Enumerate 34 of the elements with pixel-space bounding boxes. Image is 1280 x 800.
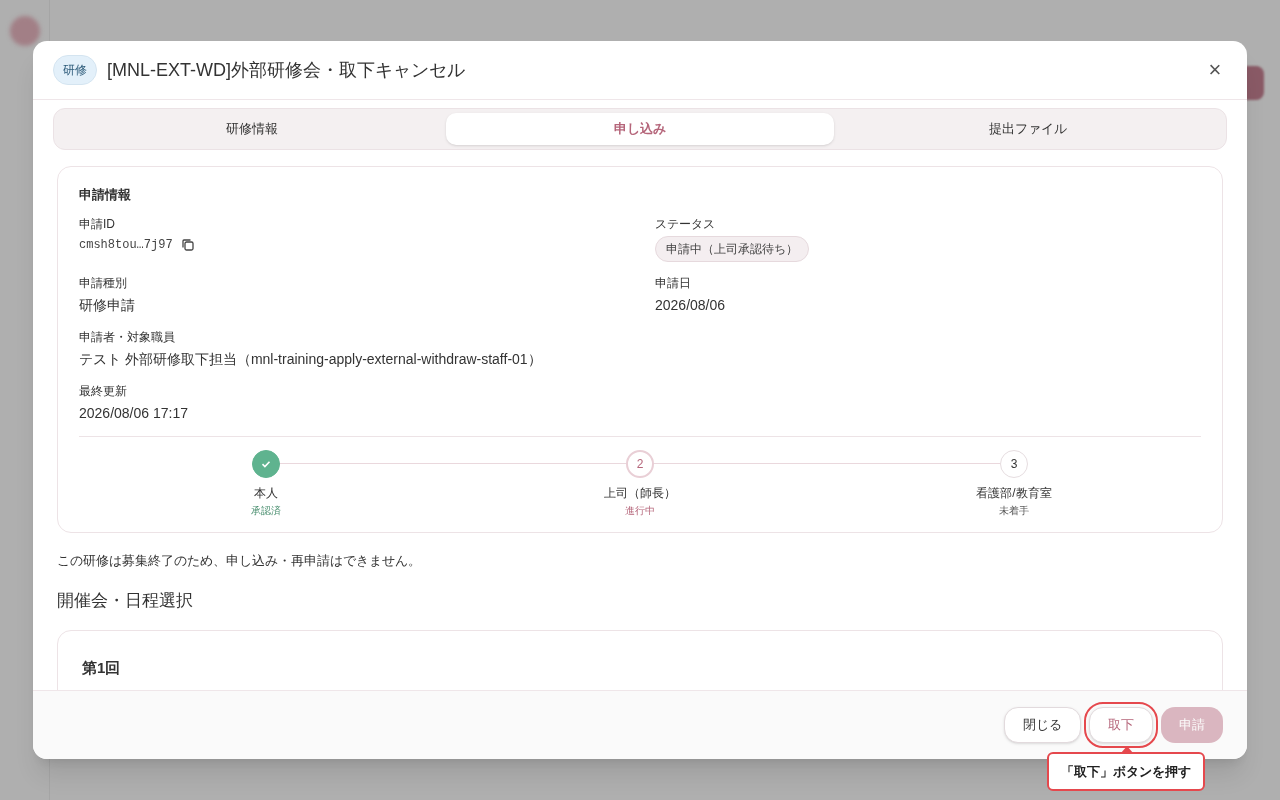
field-value: 2026/08/06 17:17 <box>79 403 189 423</box>
field-label: 申請日 <box>655 274 692 292</box>
tab[interactable]: 申し込み <box>446 113 834 145</box>
tab[interactable]: 研修情報 <box>58 113 446 145</box>
field-label: 申請者・対象職員 <box>79 328 176 346</box>
session-title: 第1回 <box>82 657 122 678</box>
callout-pointer <box>1121 746 1133 753</box>
field-value: cmsh8tou…7j97 <box>79 236 173 254</box>
step-name: 看護部/教育室 <box>976 484 1052 502</box>
field-value: 研修申請 <box>79 295 136 315</box>
close-button[interactable]: × <box>1203 58 1227 82</box>
category-badge: 研修 <box>53 55 97 85</box>
step-marker: 3 <box>1000 449 1028 478</box>
field-label: 最終更新 <box>79 382 128 400</box>
step-status: 進行中 <box>625 503 655 518</box>
step-marker: 2 <box>626 449 654 478</box>
status-badge: 申請中（上司承認待ち） <box>655 235 809 262</box>
step-status: 承認済 <box>251 503 281 518</box>
close-button[interactable]: 閉じる <box>1004 707 1081 743</box>
step-name: 本人 <box>254 484 278 502</box>
section-heading: 開催会・日程選択 <box>57 590 194 612</box>
section-heading: 申請情報 <box>79 186 132 204</box>
field-value: 2026/08/06 <box>655 295 727 315</box>
copy-icon[interactable] <box>180 237 195 252</box>
notice-text: この研修は募集終了のため、申し込み・再申請はできません。 <box>57 551 422 570</box>
tab[interactable]: 提出ファイル <box>834 113 1222 145</box>
dialog-title: [MNL-EXT-WD]外部研修会・取下キャンセル <box>107 58 465 82</box>
step-name: 上司（師長） <box>604 484 676 502</box>
field-label: ステータス <box>655 215 716 233</box>
instruction-callout: 「取下」ボタンを押す <box>1047 752 1205 791</box>
field-label: 申請種別 <box>79 274 128 292</box>
field-label: 申請ID <box>79 215 116 233</box>
step-status: 未着手 <box>999 503 1029 518</box>
field-value: テスト 外部研修取下担当（mnl-training-apply-external-withdraw-staff-01） <box>79 349 543 369</box>
